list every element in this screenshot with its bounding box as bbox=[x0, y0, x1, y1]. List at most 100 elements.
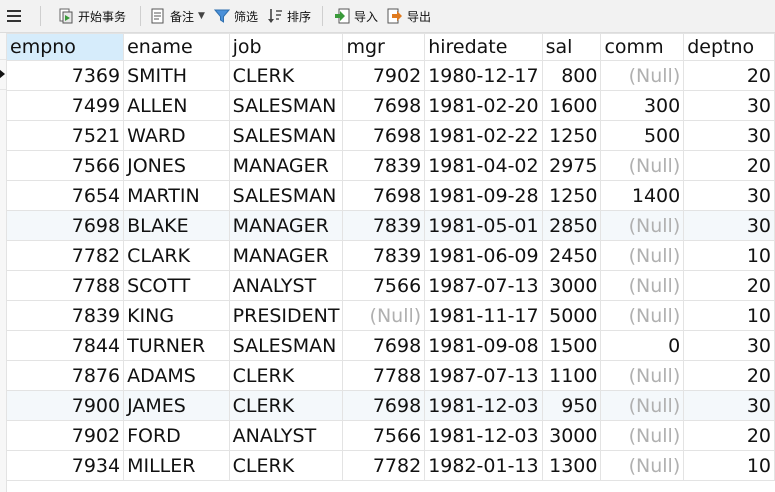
table-row[interactable]: 7788 SCOTT ANALYST 7566 1987-07-13 3000 … bbox=[5, 270, 775, 301]
cell-deptno[interactable]: 10 bbox=[683, 450, 775, 481]
cell-deptno[interactable]: 30 bbox=[683, 120, 775, 151]
cell-job[interactable]: ANALYST bbox=[228, 270, 344, 301]
cell-hiredate[interactable]: 1981-04-02 bbox=[424, 150, 543, 181]
cell-sal[interactable]: 950 bbox=[541, 390, 602, 421]
cell-mgr[interactable]: 7698 bbox=[342, 90, 426, 121]
cell-job[interactable]: SALESMAN bbox=[228, 90, 344, 121]
table-row[interactable]: 7782 CLARK MANAGER 7839 1981-06-09 2450 … bbox=[5, 240, 775, 271]
cell-deptno[interactable]: 10 bbox=[683, 300, 775, 331]
table-row[interactable]: 7521 WARD SALESMAN 7698 1981-02-22 1250 … bbox=[5, 120, 775, 151]
cell-deptno[interactable]: 30 bbox=[683, 330, 775, 361]
cell-sal[interactable]: 1100 bbox=[541, 360, 602, 391]
cell-deptno[interactable]: 30 bbox=[683, 210, 775, 241]
cell-mgr[interactable]: 7782 bbox=[342, 450, 426, 481]
cell-ename[interactable]: WARD bbox=[123, 120, 230, 151]
cell-comm[interactable]: 0 bbox=[600, 330, 685, 361]
menu-button[interactable] bbox=[4, 0, 24, 32]
cell-job[interactable]: MANAGER bbox=[228, 150, 344, 181]
cell-mgr[interactable]: 7839 bbox=[342, 210, 426, 241]
cell-hiredate[interactable]: 1981-09-28 bbox=[424, 180, 543, 211]
cell-sal[interactable]: 1250 bbox=[541, 120, 602, 151]
cell-job[interactable]: SALESMAN bbox=[228, 120, 344, 151]
cell-comm[interactable]: 1400 bbox=[600, 180, 685, 211]
import-button[interactable]: 导入 bbox=[334, 0, 378, 32]
cell-mgr[interactable]: 7839 bbox=[342, 240, 426, 271]
cell-ename[interactable]: CLARK bbox=[123, 240, 230, 271]
cell-job[interactable]: CLERK bbox=[228, 60, 344, 91]
cell-deptno[interactable]: 30 bbox=[683, 90, 775, 121]
cell-comm[interactable]: (Null) bbox=[600, 390, 685, 421]
cell-mgr[interactable]: 7698 bbox=[342, 180, 426, 211]
table-row[interactable]: 7654 MARTIN SALESMAN 7698 1981-09-28 125… bbox=[5, 180, 775, 211]
export-button[interactable]: 导出 bbox=[387, 0, 431, 32]
cell-empno[interactable]: 7788 bbox=[5, 270, 125, 301]
cell-deptno[interactable]: 30 bbox=[683, 180, 775, 211]
cell-empno[interactable]: 7521 bbox=[5, 120, 125, 151]
memo-button[interactable]: 备注 ▼ bbox=[150, 0, 205, 32]
cell-comm[interactable]: 500 bbox=[600, 120, 685, 151]
cell-mgr[interactable]: 7902 bbox=[342, 60, 426, 91]
table-row[interactable]: 7902 FORD ANALYST 7566 1981-12-03 3000 (… bbox=[5, 420, 775, 451]
table-row[interactable]: 7844 TURNER SALESMAN 7698 1981-09-08 150… bbox=[5, 330, 775, 361]
cell-comm[interactable]: (Null) bbox=[600, 60, 685, 91]
cell-deptno[interactable]: 20 bbox=[683, 360, 775, 391]
chevron-down-icon[interactable]: ▼ bbox=[198, 11, 205, 21]
cell-deptno[interactable]: 20 bbox=[683, 420, 775, 451]
cell-sal[interactable]: 1300 bbox=[541, 450, 602, 481]
cell-hiredate[interactable]: 1981-12-03 bbox=[424, 420, 543, 451]
cell-mgr[interactable]: 7698 bbox=[342, 390, 426, 421]
cell-mgr[interactable]: 7788 bbox=[342, 360, 426, 391]
table-row[interactable]: 7876 ADAMS CLERK 7788 1987-07-13 1100 (N… bbox=[5, 360, 775, 391]
cell-ename[interactable]: MILLER bbox=[123, 450, 230, 481]
cell-ename[interactable]: JONES bbox=[123, 150, 230, 181]
cell-empno[interactable]: 7654 bbox=[5, 180, 125, 211]
column-header-ename[interactable]: ename bbox=[123, 33, 230, 61]
cell-comm[interactable]: (Null) bbox=[600, 270, 685, 301]
cell-mgr[interactable]: 7566 bbox=[342, 420, 426, 451]
cell-job[interactable]: MANAGER bbox=[228, 210, 344, 241]
cell-deptno[interactable]: 20 bbox=[683, 270, 775, 301]
column-header-hiredate[interactable]: hiredate bbox=[424, 33, 543, 61]
cell-sal[interactable]: 5000 bbox=[541, 300, 602, 331]
cell-hiredate[interactable]: 1981-09-08 bbox=[424, 330, 543, 361]
cell-hiredate[interactable]: 1981-02-20 bbox=[424, 90, 543, 121]
cell-comm[interactable]: 300 bbox=[600, 90, 685, 121]
cell-job[interactable]: CLERK bbox=[228, 360, 344, 391]
cell-empno[interactable]: 7782 bbox=[5, 240, 125, 271]
column-header-comm[interactable]: comm bbox=[600, 33, 685, 61]
column-header-mgr[interactable]: mgr bbox=[342, 33, 426, 61]
column-header-sal[interactable]: sal bbox=[541, 33, 602, 61]
cell-mgr[interactable]: 7839 bbox=[342, 150, 426, 181]
cell-sal[interactable]: 2975 bbox=[541, 150, 602, 181]
cell-sal[interactable]: 1250 bbox=[541, 180, 602, 211]
cell-comm[interactable]: (Null) bbox=[600, 210, 685, 241]
cell-ename[interactable]: ALLEN bbox=[123, 90, 230, 121]
cell-deptno[interactable]: 30 bbox=[683, 390, 775, 421]
cell-mgr[interactable]: 7698 bbox=[342, 330, 426, 361]
cell-sal[interactable]: 2450 bbox=[541, 240, 602, 271]
cell-empno[interactable]: 7698 bbox=[5, 210, 125, 241]
cell-deptno[interactable]: 20 bbox=[683, 150, 775, 181]
table-row[interactable]: 7369 SMITH CLERK 7902 1980-12-17 800 (Nu… bbox=[5, 60, 775, 91]
cell-sal[interactable]: 3000 bbox=[541, 420, 602, 451]
cell-empno[interactable]: 7902 bbox=[5, 420, 125, 451]
cell-empno[interactable]: 7369 bbox=[5, 60, 125, 91]
table-row[interactable]: 7934 MILLER CLERK 7782 1982-01-13 1300 (… bbox=[5, 450, 775, 481]
cell-ename[interactable]: BLAKE bbox=[123, 210, 230, 241]
cell-sal[interactable]: 800 bbox=[541, 60, 602, 91]
cell-empno[interactable]: 7900 bbox=[5, 390, 125, 421]
cell-hiredate[interactable]: 1981-11-17 bbox=[424, 300, 543, 331]
cell-comm[interactable]: (Null) bbox=[600, 420, 685, 451]
cell-ename[interactable]: ADAMS bbox=[123, 360, 230, 391]
cell-empno[interactable]: 7844 bbox=[5, 330, 125, 361]
cell-job[interactable]: PRESIDENT bbox=[228, 300, 344, 331]
cell-ename[interactable]: TURNER bbox=[123, 330, 230, 361]
cell-hiredate[interactable]: 1987-07-13 bbox=[424, 270, 543, 301]
cell-ename[interactable]: FORD bbox=[123, 420, 230, 451]
cell-empno[interactable]: 7499 bbox=[5, 90, 125, 121]
cell-ename[interactable]: JAMES bbox=[123, 390, 230, 421]
cell-comm[interactable]: (Null) bbox=[600, 240, 685, 271]
column-header-empno[interactable]: empno bbox=[5, 33, 125, 61]
cell-empno[interactable]: 7839 bbox=[5, 300, 125, 331]
cell-hiredate[interactable]: 1980-12-17 bbox=[424, 60, 543, 91]
